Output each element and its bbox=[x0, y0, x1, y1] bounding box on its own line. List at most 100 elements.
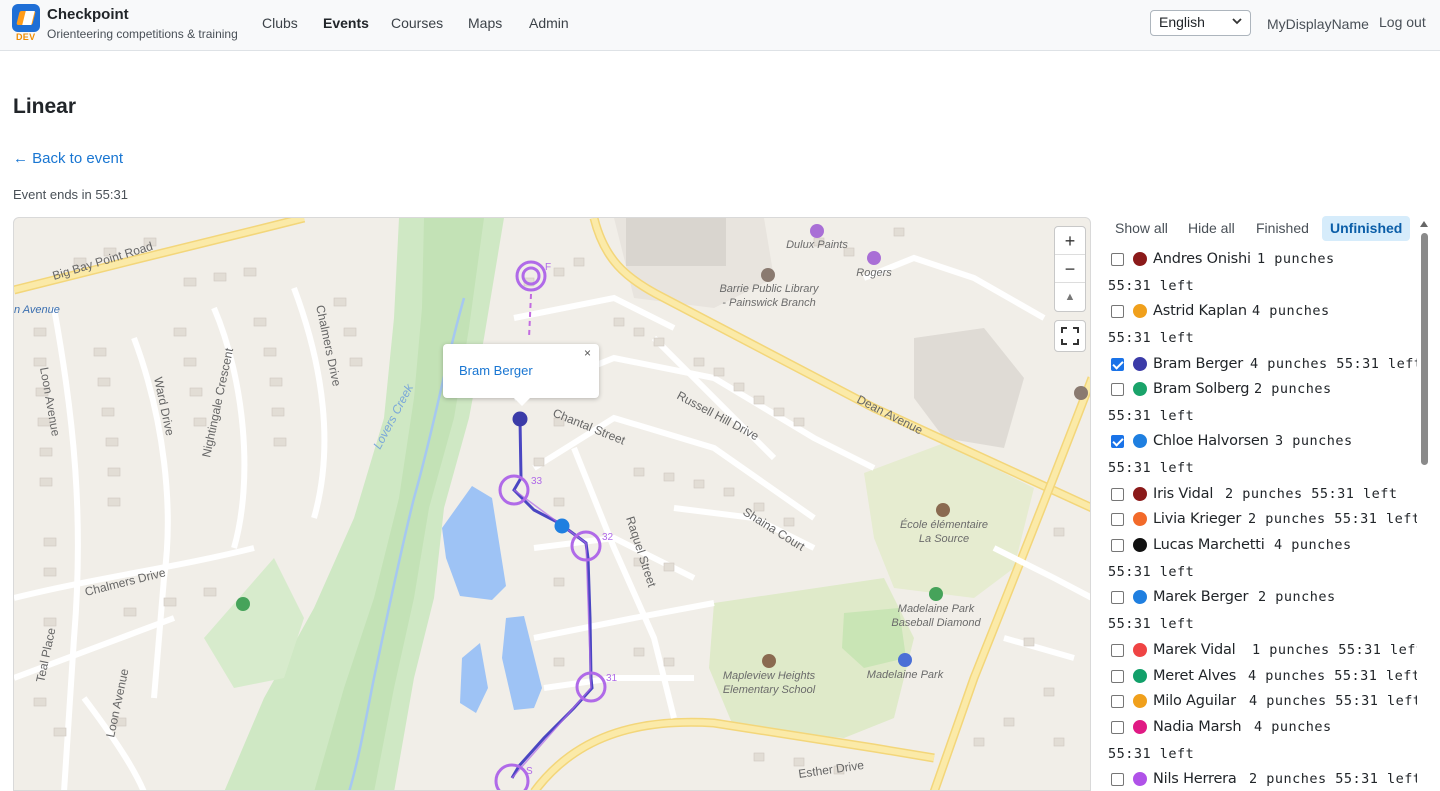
park-icon bbox=[236, 597, 250, 611]
user-display-name[interactable]: MyDisplayName bbox=[1267, 16, 1369, 32]
brand-title[interactable]: Checkpoint bbox=[47, 6, 129, 23]
scroll-up-arrow-icon[interactable] bbox=[1420, 221, 1428, 227]
control-label: F bbox=[545, 262, 551, 273]
runner-marker-bram-berger bbox=[512, 411, 528, 427]
runner-checkbox[interactable] bbox=[1111, 383, 1124, 396]
shop-icon bbox=[810, 224, 824, 238]
brand-subtitle: Orienteering competitions & training bbox=[47, 27, 238, 41]
runner-name[interactable]: Milo Aguilar bbox=[1153, 693, 1236, 709]
runner-punches: 2 punches bbox=[1254, 381, 1332, 397]
filter-unfinished[interactable]: Unfinished bbox=[1322, 216, 1411, 241]
library-icon bbox=[761, 268, 775, 282]
back-to-event-link[interactable]: ← Back to event bbox=[13, 150, 123, 167]
runner-punches: 3 punches bbox=[1275, 433, 1353, 449]
runner-checkbox[interactable] bbox=[1111, 305, 1124, 318]
pond-3 bbox=[460, 643, 488, 713]
esther-drive-core bbox=[531, 719, 935, 790]
runner-checkbox[interactable] bbox=[1111, 253, 1124, 266]
runner-checkbox[interactable] bbox=[1111, 488, 1124, 501]
runner-name[interactable]: Nadia Marsh bbox=[1153, 719, 1242, 735]
runner-punches: 4 punches 55:31 left bbox=[1250, 356, 1417, 372]
nav-courses[interactable]: Courses bbox=[391, 15, 443, 31]
runner-color-dot bbox=[1133, 720, 1147, 734]
filter-finished[interactable]: Finished bbox=[1248, 216, 1317, 241]
chevron-down-icon bbox=[1232, 18, 1242, 25]
runner-filters: Show all Hide all Finished Unfinished bbox=[1107, 216, 1412, 241]
runner-name[interactable]: Livia Krieger bbox=[1153, 511, 1241, 527]
runner-color-dot bbox=[1133, 434, 1147, 448]
fullscreen-button[interactable] bbox=[1054, 320, 1086, 352]
runner-checkbox[interactable] bbox=[1111, 539, 1124, 552]
street-label: Esther Drive bbox=[797, 758, 865, 781]
place-label: La Source bbox=[919, 533, 969, 545]
runner-punches: 2 punches 55:31 left bbox=[1248, 511, 1417, 527]
pond-1 bbox=[442, 486, 506, 600]
zoom-in-button[interactable]: + bbox=[1055, 227, 1085, 255]
map-base-layer[interactable]: Big Bay Point Road Loon Avenue Ward Driv… bbox=[14, 218, 1091, 791]
nav-admin[interactable]: Admin bbox=[529, 15, 569, 31]
checkpoint-logo-icon[interactable]: DEV bbox=[12, 4, 40, 42]
runner-time-left: 55:31 left bbox=[1108, 460, 1195, 476]
runner-name[interactable]: Marek Berger bbox=[1153, 589, 1248, 605]
runner-color-dot bbox=[1133, 772, 1147, 786]
runner-name[interactable]: Lucas Marchetti bbox=[1153, 537, 1265, 553]
runner-name[interactable]: Bram Berger bbox=[1153, 356, 1243, 372]
course-leg-dashed bbox=[528, 293, 532, 339]
runner-track-bram-berger bbox=[510, 418, 594, 779]
place-label: Madelaine Park bbox=[898, 603, 975, 615]
shop-icon bbox=[867, 251, 881, 265]
runner-row: Milo Aguilar 4 punches 55:31 left bbox=[1107, 688, 1417, 712]
runner-row: Nils Herrera 2 punches 55:31 left bbox=[1107, 766, 1417, 790]
zoom-out-button[interactable]: − bbox=[1055, 255, 1085, 283]
popup-runner-name[interactable]: Bram Berger bbox=[459, 363, 533, 378]
runner-name[interactable]: Marek Vidal bbox=[1153, 642, 1236, 658]
runner-checkbox[interactable] bbox=[1111, 435, 1124, 448]
popup-close-button[interactable]: × bbox=[584, 346, 591, 360]
runner-checkbox[interactable] bbox=[1111, 591, 1124, 604]
runner-color-dot bbox=[1133, 512, 1147, 526]
school-icon bbox=[762, 654, 776, 668]
runner-popup: Bram Berger × bbox=[443, 344, 599, 406]
runner-color-dot bbox=[1133, 487, 1147, 501]
logout-link[interactable]: Log out bbox=[1379, 14, 1426, 30]
page-title: Linear bbox=[13, 95, 77, 118]
runner-name[interactable]: Chloe Halvorsen bbox=[1153, 433, 1269, 449]
runner-punches: 2 punches 55:31 left bbox=[1225, 486, 1398, 502]
fullscreen-icon bbox=[1061, 327, 1079, 345]
place-label: Barrie Public Library bbox=[719, 283, 820, 295]
runner-checkbox[interactable] bbox=[1111, 358, 1124, 371]
runner-checkbox[interactable] bbox=[1111, 773, 1124, 786]
runner-row: Chloe Halvorsen 3 punches 55:31 left bbox=[1107, 428, 1417, 476]
runner-name[interactable]: Astrid Kaplan bbox=[1153, 303, 1247, 319]
runner-punches: 4 punches 55:31 left bbox=[1248, 668, 1417, 684]
runner-punches: 4 punches bbox=[1274, 537, 1352, 553]
runner-checkbox[interactable] bbox=[1111, 695, 1124, 708]
top-navbar: DEV Checkpoint Orienteering competitions… bbox=[0, 0, 1440, 51]
nav-maps[interactable]: Maps bbox=[468, 15, 502, 31]
place-label: Dulux Paints bbox=[786, 239, 848, 251]
street-label: Chalmers Drive bbox=[83, 565, 167, 599]
runner-name[interactable]: Bram Solberg bbox=[1153, 381, 1249, 397]
runner-punches: 2 punches 55:31 left bbox=[1249, 771, 1417, 787]
scroll-thumb[interactable] bbox=[1421, 233, 1428, 465]
runner-name[interactable]: Nils Herrera bbox=[1153, 771, 1237, 787]
runner-checkbox[interactable] bbox=[1111, 721, 1124, 734]
runner-checkbox[interactable] bbox=[1111, 670, 1124, 683]
language-select[interactable]: English bbox=[1150, 10, 1251, 36]
runner-row: Meret Alves 4 punches 55:31 left bbox=[1107, 663, 1417, 687]
control-label: 33 bbox=[531, 476, 543, 487]
runner-name[interactable]: Meret Alves bbox=[1153, 668, 1236, 684]
nav-clubs[interactable]: Clubs bbox=[262, 15, 298, 31]
runner-name[interactable]: Andres Onishi bbox=[1153, 251, 1251, 267]
control-label: S bbox=[526, 766, 533, 777]
runner-name[interactable]: Iris Vidal bbox=[1153, 486, 1213, 502]
runner-checkbox[interactable] bbox=[1111, 513, 1124, 526]
runner-checkbox[interactable] bbox=[1111, 644, 1124, 657]
map-view[interactable]: Big Bay Point Road Loon Avenue Ward Driv… bbox=[13, 217, 1091, 791]
street-label: Loon Avenue bbox=[103, 667, 131, 739]
filter-show-all[interactable]: Show all bbox=[1107, 216, 1176, 241]
filter-hide-all[interactable]: Hide all bbox=[1180, 216, 1243, 241]
reset-north-button[interactable]: ▲ bbox=[1055, 283, 1085, 311]
nav-events[interactable]: Events bbox=[323, 15, 369, 31]
zoom-controls: + − ▲ bbox=[1054, 226, 1086, 312]
